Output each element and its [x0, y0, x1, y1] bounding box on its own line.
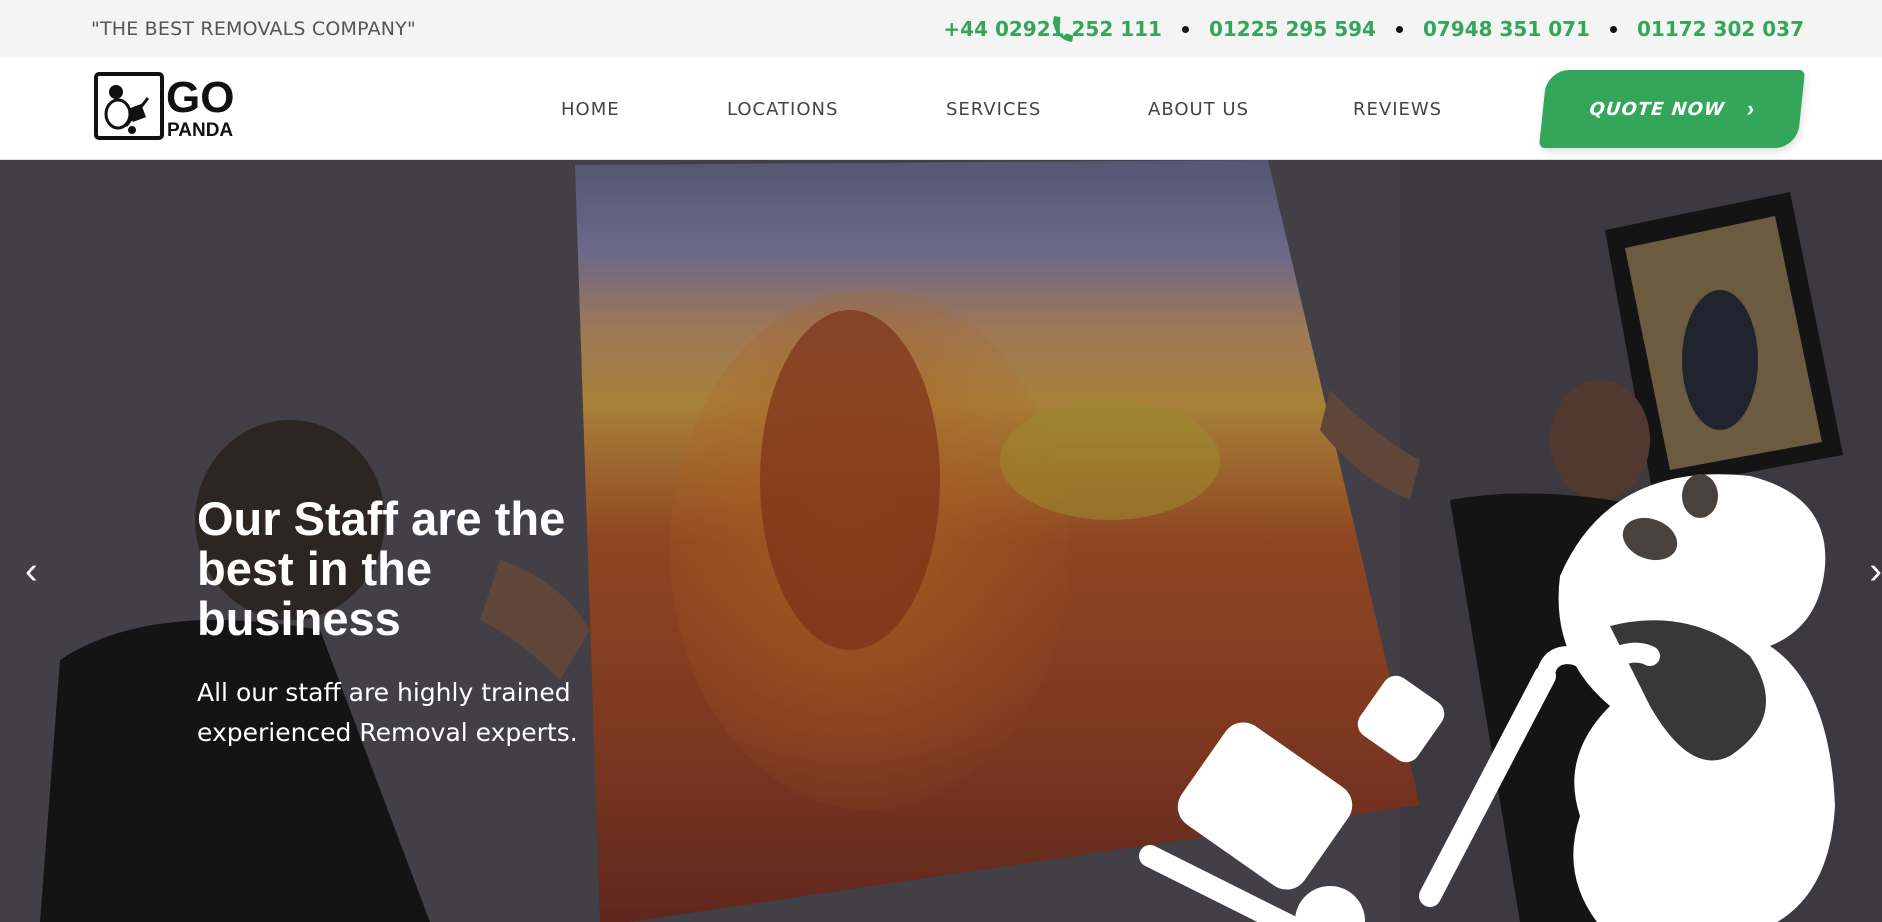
- logo-text-panda: PANDA: [167, 120, 233, 141]
- logo-text-go: GO: [166, 73, 234, 122]
- phone-list: +44 02921 252 111 01225 295 594 07948 35…: [943, 17, 1804, 41]
- phone-link-3[interactable]: 07948 351 071: [1423, 17, 1590, 41]
- logo[interactable]: GO PANDA: [94, 70, 250, 142]
- nav-home[interactable]: HOME: [561, 99, 620, 120]
- phone-link-4[interactable]: 01172 302 037: [1637, 17, 1804, 41]
- nav-about-us[interactable]: ABOUT US: [1148, 99, 1249, 120]
- hero-slider: Our Staff are the best in the business A…: [0, 160, 1882, 922]
- separator-dot: [1609, 25, 1617, 33]
- quote-now-label: QUOTE NOW: [1588, 98, 1727, 120]
- chevron-left-icon[interactable]: ‹: [25, 550, 38, 593]
- nav-reviews[interactable]: REVIEWS: [1353, 99, 1442, 120]
- separator-dot: [1395, 25, 1403, 33]
- chevron-right-icon: ›: [1745, 96, 1756, 121]
- chevron-right-icon[interactable]: ›: [1869, 550, 1882, 593]
- panda-mascot-icon: [1139, 474, 1835, 922]
- top-bar: "THE BEST REMOVALS COMPANY" +44 02921 25…: [0, 0, 1882, 57]
- phone-link-1[interactable]: +44 02921 252 111: [943, 17, 1162, 41]
- phone-link-2[interactable]: 01225 295 594: [1209, 17, 1376, 41]
- separator-dot: [1181, 25, 1189, 33]
- hero-title: Our Staff are the best in the business: [197, 492, 566, 645]
- hero-subtitle: All our staff are highly trained experie…: [197, 678, 578, 747]
- nav-locations[interactable]: LOCATIONS: [727, 99, 838, 120]
- header: GO PANDA HOME LOCATIONS SERVICES ABOUT U…: [0, 57, 1882, 160]
- nav-services[interactable]: SERVICES: [946, 99, 1041, 120]
- quote-now-button[interactable]: QUOTE NOW ›: [1538, 70, 1806, 148]
- tagline: "THE BEST REMOVALS COMPANY": [91, 18, 416, 40]
